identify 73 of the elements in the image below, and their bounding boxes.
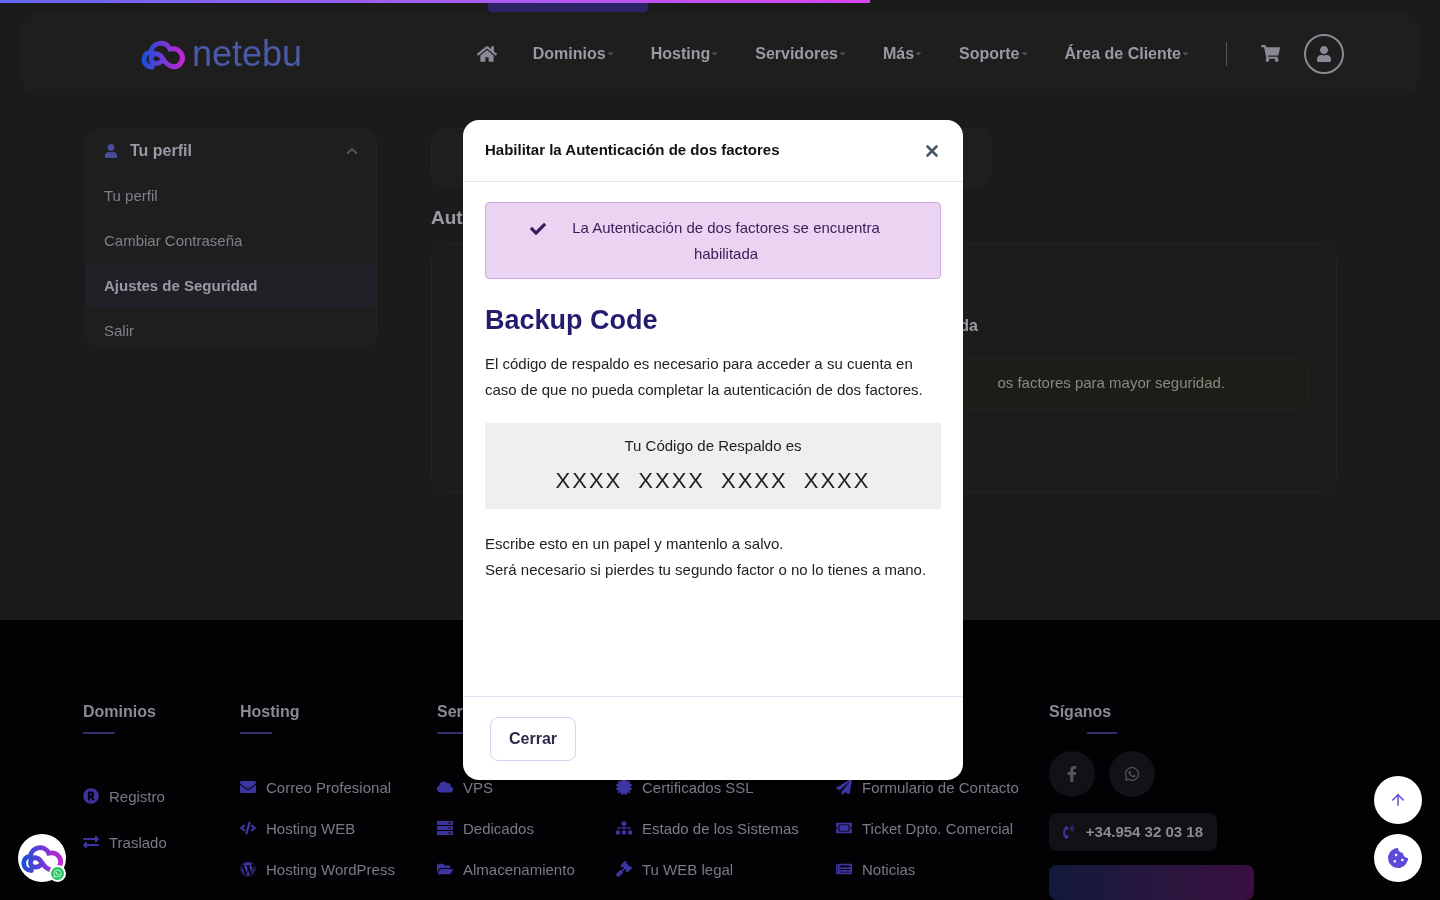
wordpress-icon [240, 860, 256, 877]
cloud-icon [437, 778, 453, 795]
registered-icon [83, 788, 99, 804]
code-label: Tu Código de Respaldo es [624, 436, 802, 456]
menu-title: Tu perfil [130, 141, 192, 161]
paper-plane-icon [836, 778, 852, 795]
cart-icon[interactable] [1261, 44, 1280, 63]
server-icon [437, 819, 453, 836]
footer-heading: Dominios [83, 702, 156, 722]
footer-link[interactable]: Tu WEB legal [642, 858, 734, 882]
footer-link[interactable]: VPS [463, 776, 493, 800]
caret-icon [914, 49, 924, 58]
alert-text: La Autenticación de dos factores se encuentra habilitada [571, 217, 881, 264]
backup-code: XXXX [555, 466, 623, 495]
certificate-icon [616, 778, 632, 795]
menu-item[interactable]: Salir [86, 308, 376, 347]
nav-menu-item[interactable]: Soporte [959, 41, 1029, 66]
nav-menu-item[interactable]: Área de Cliente [1064, 41, 1190, 66]
notice-text: os factores para mayor seguridad. [997, 373, 1225, 394]
footer-link[interactable]: Hosting WEB [266, 817, 356, 841]
footer-link[interactable]: Formulario de Contacto [862, 776, 1019, 800]
close-modal-button[interactable]: Cerrar [490, 716, 577, 761]
note-text: Será necesario si pierdes tu segundo factor o no lo tienes a mano. [485, 560, 928, 580]
nav-menu-item[interactable]: Servidores [755, 41, 847, 66]
phone-button[interactable]: +34.954 32 03 18 [1049, 812, 1217, 852]
nav-menu-item[interactable]: Dominios [532, 41, 615, 66]
nav-menu-item[interactable]: Hosting [650, 41, 720, 66]
phone-icon [1063, 824, 1074, 839]
facebook-button[interactable] [1049, 750, 1095, 797]
envelope-icon [240, 778, 256, 795]
caret-icon [605, 49, 615, 58]
gavel-icon [616, 860, 632, 877]
menu-item[interactable]: Ajustes de Seguridad [86, 263, 376, 308]
backup-code: XXXX [638, 466, 705, 495]
backup-code: XXXX [803, 466, 871, 495]
caret-icon [1019, 49, 1029, 58]
caret-icon [1181, 49, 1190, 58]
footer-link[interactable]: Correo Profesional [266, 776, 392, 800]
section-title: Backup Code [485, 304, 659, 337]
footer-link[interactable]: Traslado [109, 832, 167, 855]
logo-text[interactable]: netebu [192, 35, 303, 72]
menu-item[interactable]: Tu perfil [86, 173, 376, 218]
cookie-icon [1388, 848, 1408, 868]
footer-link[interactable]: Hosting WordPress [266, 858, 395, 882]
footer-heading: Ser [437, 702, 463, 722]
code-icon [240, 819, 256, 836]
footer-link[interactable]: Almacenamiento [463, 858, 575, 882]
home-icon[interactable] [476, 43, 497, 64]
footer-heading: Hosting [240, 702, 300, 722]
footer-link[interactable]: Certificados SSL [642, 776, 754, 800]
backup-code: XXXX [721, 466, 788, 495]
modal-title: Habilitar la Autenticación de dos factores [485, 140, 780, 161]
section-heading: Aut [431, 206, 463, 230]
footer-heading: Síganos [1049, 702, 1112, 722]
description-text: El código de respaldo es necesario para acceder a su cuenta en caso de que no pueda completar la autenticación de dos factores. [485, 354, 924, 400]
whatsapp-icon [1124, 765, 1140, 782]
sitemap-icon [616, 819, 632, 836]
note-text: Escribe esto en un papel y mantenlo a salvo. [485, 534, 785, 554]
menu-header[interactable]: Tu perfil [86, 129, 376, 173]
user-icon [104, 144, 118, 158]
caret-icon [710, 49, 720, 58]
footer-link[interactable]: Noticias [862, 858, 916, 882]
account-button[interactable] [1304, 33, 1344, 74]
whatsapp-icon [53, 869, 62, 878]
footer-link[interactable]: Ticket Dpto. Comercial [862, 817, 1014, 841]
footer-link[interactable]: Dedicados [463, 817, 534, 841]
footer-link[interactable]: Registro [109, 786, 165, 809]
arrows-icon [83, 834, 99, 850]
user-icon [1316, 45, 1332, 62]
check-icon [530, 220, 546, 237]
caret-icon [837, 49, 847, 58]
footer-link[interactable]: Estado de los Sistemas [642, 817, 799, 841]
nav-menu-item[interactable]: Más [882, 41, 924, 66]
